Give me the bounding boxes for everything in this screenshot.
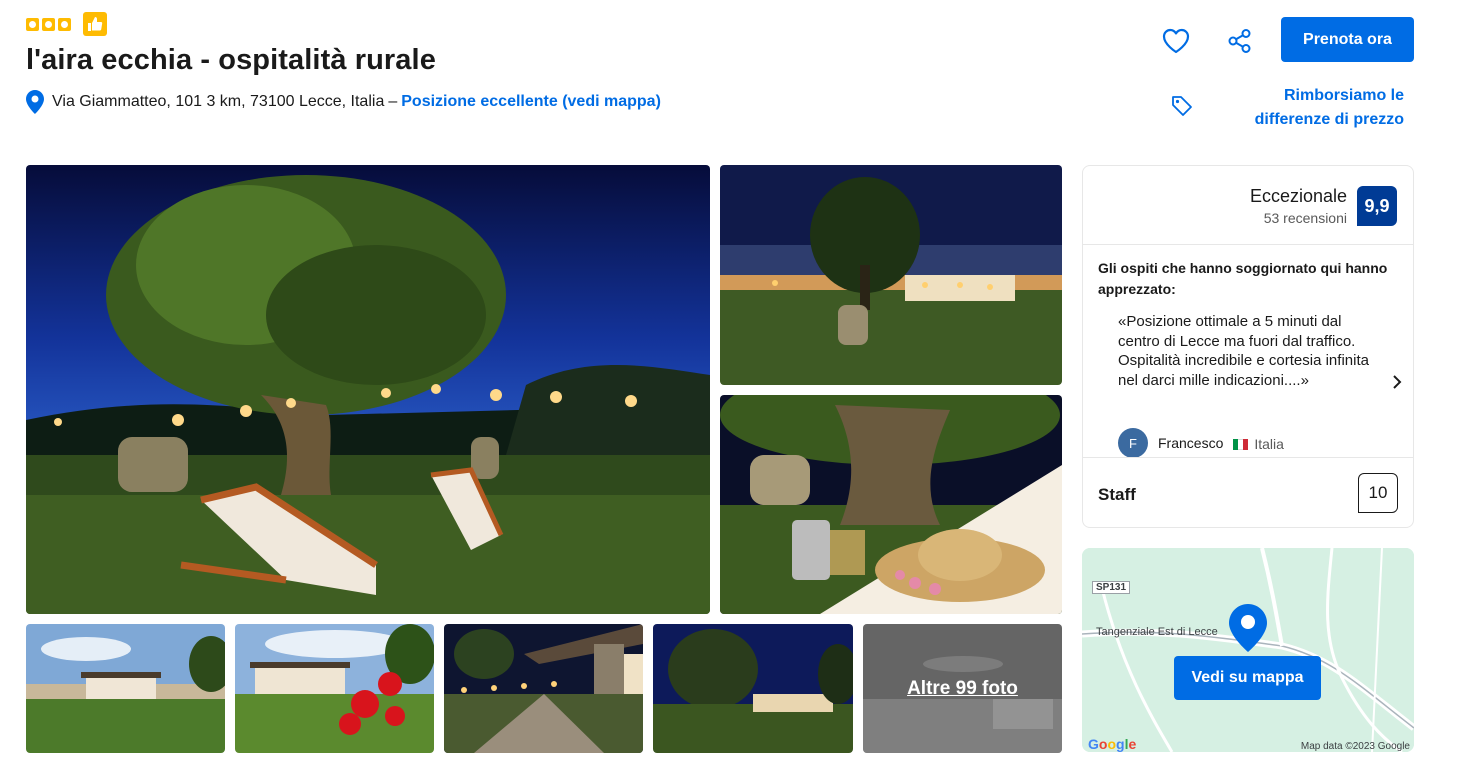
google-logo: Google — [1088, 736, 1137, 752]
map-marker-icon — [1229, 604, 1267, 652]
rating-header[interactable]: Eccezionale 53 recensioni 9,9 — [1250, 186, 1397, 226]
price-tag-icon — [1170, 94, 1194, 123]
gallery-thumbnail[interactable] — [444, 624, 643, 753]
view-map-button[interactable]: Vedi su mappa — [1174, 656, 1321, 700]
review-summary-card: Eccezionale 53 recensioni 9,9 Gli ospiti… — [1082, 165, 1414, 528]
price-match-link[interactable]: Rimborsiamo le differenze di prezzo — [1222, 84, 1404, 132]
heart-icon — [1162, 28, 1190, 54]
gallery-photo[interactable] — [720, 165, 1062, 385]
main-photo[interactable] — [26, 165, 710, 614]
category-score: 10 — [1358, 473, 1398, 513]
italy-flag-icon — [1233, 438, 1249, 450]
liked-heading: Gli ospiti che hanno soggiornato qui han… — [1098, 260, 1388, 297]
review-quote: «Posizione ottimale a 5 minuti dal centr… — [1118, 313, 1369, 389]
thumbs-up-icon[interactable] — [83, 12, 107, 36]
share-icon — [1228, 29, 1251, 53]
reviewer-name: Francesco — [1158, 435, 1224, 451]
star-rating — [26, 12, 107, 36]
property-title: l'aira ecchia - ospitalità rurale — [26, 44, 436, 76]
divider — [1083, 244, 1413, 245]
category-label: Staff — [1098, 485, 1136, 504]
map-road-label: SP131 — [1092, 581, 1131, 594]
gallery-thumbnail[interactable] — [235, 624, 434, 753]
avatar: F — [1118, 428, 1148, 458]
reviewer: F Francesco Italia — [1118, 428, 1284, 458]
reviewer-country: Italia — [1254, 436, 1284, 452]
map-pin-icon — [26, 90, 44, 114]
review-score-badge[interactable]: 9,9 — [1357, 186, 1397, 226]
gallery-thumbnail[interactable] — [26, 624, 225, 753]
more-photos-thumbnail[interactable]: Altre 99 foto — [863, 624, 1062, 753]
save-favorite-button[interactable] — [1159, 24, 1193, 58]
book-now-button[interactable]: Prenota ora — [1281, 17, 1414, 62]
chevron-right-icon — [1393, 375, 1402, 389]
star-icon — [42, 17, 55, 31]
divider — [1083, 457, 1413, 458]
map-road-label: Tangenziale Est di Lecce — [1096, 626, 1218, 638]
next-review-button[interactable] — [1389, 374, 1405, 390]
more-photos-link[interactable]: Altre 99 foto — [863, 624, 1062, 753]
property-address: Via Giammatteo, 101 3 km, 73100 Lecce, I… — [26, 90, 661, 114]
map-preview[interactable]: SP131 Tangenziale Est di Lecce Vedi su m… — [1082, 548, 1414, 752]
star-icon — [26, 17, 39, 31]
address-text: Via Giammatteo, 101 3 km, 73100 Lecce, I… — [52, 93, 385, 110]
address-separator: – — [388, 93, 398, 110]
rating-label[interactable]: Eccezionale — [1250, 186, 1347, 207]
star-icon — [58, 17, 71, 31]
share-button[interactable] — [1223, 24, 1257, 58]
review-count[interactable]: 53 recensioni — [1250, 210, 1347, 226]
map-credit: Map data ©2023 Google — [1300, 741, 1410, 752]
gallery-photo[interactable] — [720, 395, 1062, 614]
location-map-link[interactable]: Posizione eccellente (vedi mappa) — [401, 93, 661, 111]
gallery-thumbnail[interactable] — [653, 624, 853, 753]
